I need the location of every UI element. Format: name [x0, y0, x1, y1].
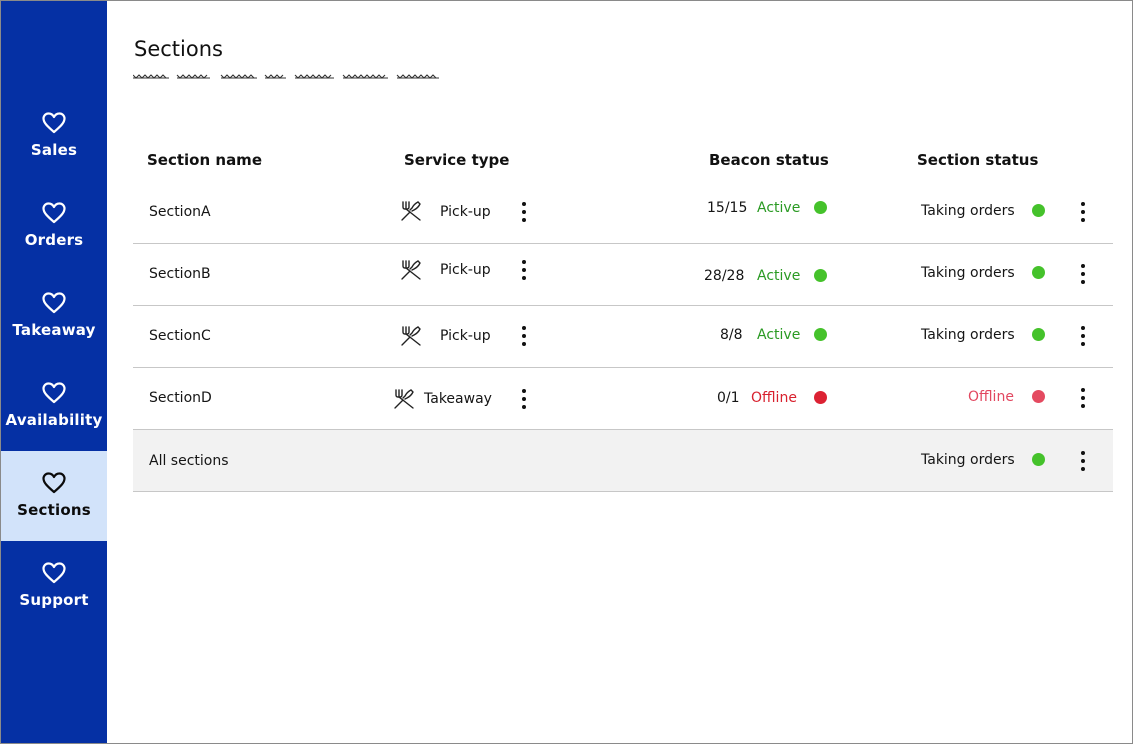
beacon-status-dot: [814, 328, 827, 341]
column-header-section-status: Section status: [917, 151, 1039, 169]
section-name: SectionD: [149, 390, 212, 406]
service-more-options-button[interactable]: [520, 202, 528, 222]
sidebar: Sales Orders Takeaway Availability Secti…: [1, 1, 107, 743]
section-status: Taking orders: [921, 265, 1015, 281]
service-type: Pick-up: [440, 328, 491, 344]
table-row: SectionB Pick-up 28/28 Active Taking ord…: [133, 244, 1113, 306]
heart-icon: [42, 202, 66, 224]
column-header-section-name: Section name: [147, 151, 262, 169]
beacon-count: 15/15: [707, 200, 748, 216]
row-more-options-button[interactable]: [1079, 202, 1087, 222]
fork-knife-icon: [394, 389, 414, 409]
section-name: SectionA: [149, 204, 211, 220]
sidebar-item-label: Orders: [24, 231, 84, 249]
main-content: Sections Section name Service type Beaco…: [107, 1, 1132, 743]
heart-icon: [42, 292, 66, 314]
service-type: Pick-up: [440, 262, 491, 278]
table-row: SectionA Pick-up 15/15 Active Taking ord…: [133, 182, 1113, 244]
service-type: Pick-up: [440, 204, 491, 220]
section-status: Taking orders: [921, 452, 1015, 468]
fork-knife-icon: [401, 326, 421, 346]
sidebar-item-sections[interactable]: Sections: [1, 451, 107, 541]
column-header-beacon-status: Beacon status: [709, 151, 829, 169]
beacon-status: Active: [757, 327, 801, 343]
sidebar-item-label: Support: [19, 591, 89, 609]
section-status: Taking orders: [921, 327, 1015, 343]
section-status-dot: [1032, 328, 1045, 341]
section-name: All sections: [149, 453, 229, 469]
beacon-status-dot: [814, 391, 827, 404]
sidebar-item-label: Sales: [30, 141, 78, 159]
sidebar-item-takeaway[interactable]: Takeaway: [1, 271, 107, 361]
app-window: Sales Orders Takeaway Availability Secti…: [0, 0, 1133, 744]
section-status-dot: [1032, 204, 1045, 217]
fork-knife-icon: [401, 260, 421, 280]
row-more-options-button[interactable]: [1079, 326, 1087, 346]
heart-icon: [42, 112, 66, 134]
beacon-count: 28/28: [704, 268, 745, 284]
heart-icon: [42, 562, 66, 584]
sidebar-item-availability[interactable]: Availability: [1, 361, 107, 451]
sidebar-item-label: Availability: [5, 411, 103, 429]
sidebar-item-label: Takeaway: [12, 321, 96, 339]
section-name: SectionC: [149, 328, 211, 344]
service-more-options-button[interactable]: [520, 260, 528, 280]
heart-icon: [42, 382, 66, 404]
table-header: Section name Service type Beacon status …: [133, 149, 1113, 173]
beacon-count: 0/1: [717, 390, 740, 406]
all-sections-row: All sections Taking orders: [133, 429, 1113, 492]
row-more-options-button[interactable]: [1079, 388, 1087, 408]
service-more-options-button[interactable]: [520, 326, 528, 346]
section-status: Taking orders: [921, 203, 1015, 219]
section-status-dot: [1032, 453, 1045, 466]
page-title: Sections: [134, 37, 223, 61]
sidebar-item-support[interactable]: Support: [1, 541, 107, 631]
section-status-dot: [1032, 266, 1045, 279]
beacon-status-dot: [814, 201, 827, 214]
beacon-status-dot: [814, 269, 827, 282]
beacon-status: Active: [757, 200, 801, 216]
service-more-options-button[interactable]: [520, 389, 528, 409]
table-row: SectionC Pick-up 8/8 Active Taking order…: [133, 306, 1113, 368]
beacon-count: 8/8: [720, 327, 743, 343]
fork-knife-icon: [401, 201, 421, 221]
beacon-status: Active: [757, 268, 801, 284]
sidebar-item-label: Sections: [17, 501, 91, 519]
section-status: Offline: [968, 389, 1014, 405]
sidebar-item-sales[interactable]: Sales: [1, 91, 107, 181]
subtitle-placeholder-scribble: [133, 74, 439, 79]
service-type: Takeaway: [424, 391, 492, 407]
column-header-service-type: Service type: [404, 151, 510, 169]
table-row: SectionD Takeaway 0/1 Offline Offline: [133, 368, 1113, 430]
beacon-status: Offline: [751, 390, 797, 406]
section-status-dot: [1032, 390, 1045, 403]
heart-icon: [42, 472, 66, 494]
row-more-options-button[interactable]: [1079, 451, 1087, 471]
row-more-options-button[interactable]: [1079, 264, 1087, 284]
section-name: SectionB: [149, 266, 211, 282]
sidebar-item-orders[interactable]: Orders: [1, 181, 107, 271]
